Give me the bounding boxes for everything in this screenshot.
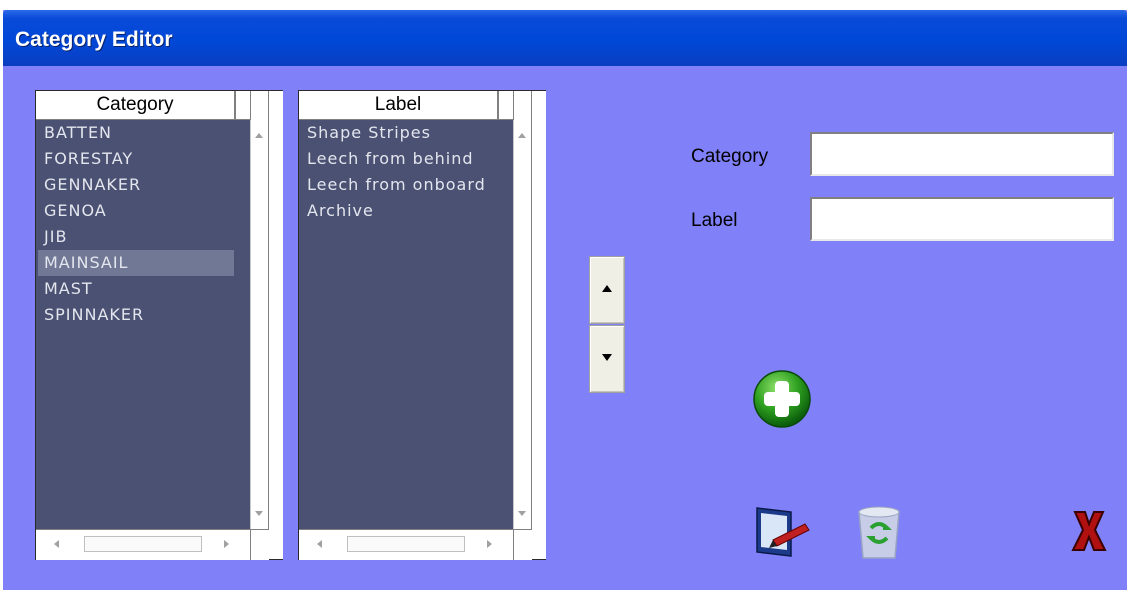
label-listbox[interactable]: Label Shape Stripes Leech from behind Leec… [298, 90, 546, 560]
label-vertical-scrollbar[interactable] [513, 120, 532, 529]
arrow-down-icon [602, 354, 612, 361]
green-plus-icon [753, 370, 811, 428]
list-item[interactable]: Leech from onboard [301, 172, 497, 198]
list-item[interactable]: Shape Stripes [301, 120, 497, 146]
list-item[interactable]: Archive [301, 198, 497, 224]
scroll-left-icon[interactable] [317, 540, 322, 548]
list-item[interactable]: GENOA [38, 198, 234, 224]
label-field-label: Label [691, 210, 738, 231]
add-button[interactable] [751, 368, 813, 430]
scroll-down-icon[interactable] [518, 511, 526, 516]
recycle-button[interactable] [851, 502, 907, 562]
label-input[interactable] [810, 197, 1114, 241]
label-header-extra [499, 91, 514, 120]
label-horizontal-scrollbar[interactable] [299, 529, 513, 560]
label-side-track [531, 91, 546, 559]
category-column-header[interactable]: Category [36, 91, 236, 120]
list-item[interactable]: MAINSAIL [38, 250, 234, 276]
category-vertical-scrollbar[interactable] [250, 120, 269, 529]
close-button[interactable] [1069, 506, 1109, 556]
category-horizontal-scrollbar[interactable] [36, 529, 250, 560]
edit-button[interactable] [751, 502, 813, 562]
category-editor-window: Category Editor Category BATTEN FORESTAY G… [3, 10, 1127, 590]
category-header-extra [236, 91, 251, 120]
list-item[interactable]: SPINNAKER [38, 302, 234, 328]
category-side-track [268, 91, 283, 559]
label-column-header[interactable]: Label [299, 91, 499, 120]
scroll-right-icon[interactable] [224, 540, 229, 548]
list-item[interactable]: MAST [38, 276, 234, 302]
label-list-body[interactable]: Shape Stripes Leech from behind Leech from… [299, 120, 513, 529]
scroll-right-icon[interactable] [487, 540, 492, 548]
move-up-button[interactable] [589, 256, 625, 324]
scrollbar-corner [250, 529, 269, 560]
scroll-down-icon[interactable] [255, 511, 263, 516]
list-item[interactable]: JIB [38, 224, 234, 250]
recycle-bin-icon [858, 506, 900, 559]
category-list-body[interactable]: BATTEN FORESTAY GENNAKER GENOA JIB MAINSAIL MA… [36, 120, 250, 529]
move-down-button[interactable] [589, 325, 625, 393]
window-title: Category Editor [15, 28, 173, 51]
scroll-up-icon[interactable] [518, 133, 526, 138]
scroll-thumb[interactable] [347, 536, 465, 552]
category-field-label: Category [691, 146, 769, 167]
red-x-icon [1071, 511, 1107, 551]
edit-pen-icon [756, 507, 810, 557]
list-item[interactable]: BATTEN [38, 120, 234, 146]
title-bar[interactable]: Category Editor [3, 10, 1127, 66]
scroll-thumb[interactable] [84, 536, 202, 552]
category-input[interactable] [810, 132, 1114, 176]
list-item[interactable]: FORESTAY [38, 146, 234, 172]
category-listbox[interactable]: Category BATTEN FORESTAY GENNAKER GENOA JIB M… [35, 90, 283, 560]
scroll-up-icon[interactable] [255, 133, 263, 138]
scroll-left-icon[interactable] [54, 540, 59, 548]
scrollbar-corner [513, 529, 532, 560]
arrow-up-icon [602, 285, 612, 292]
list-item[interactable]: GENNAKER [38, 172, 234, 198]
list-item[interactable]: Leech from behind [301, 146, 497, 172]
